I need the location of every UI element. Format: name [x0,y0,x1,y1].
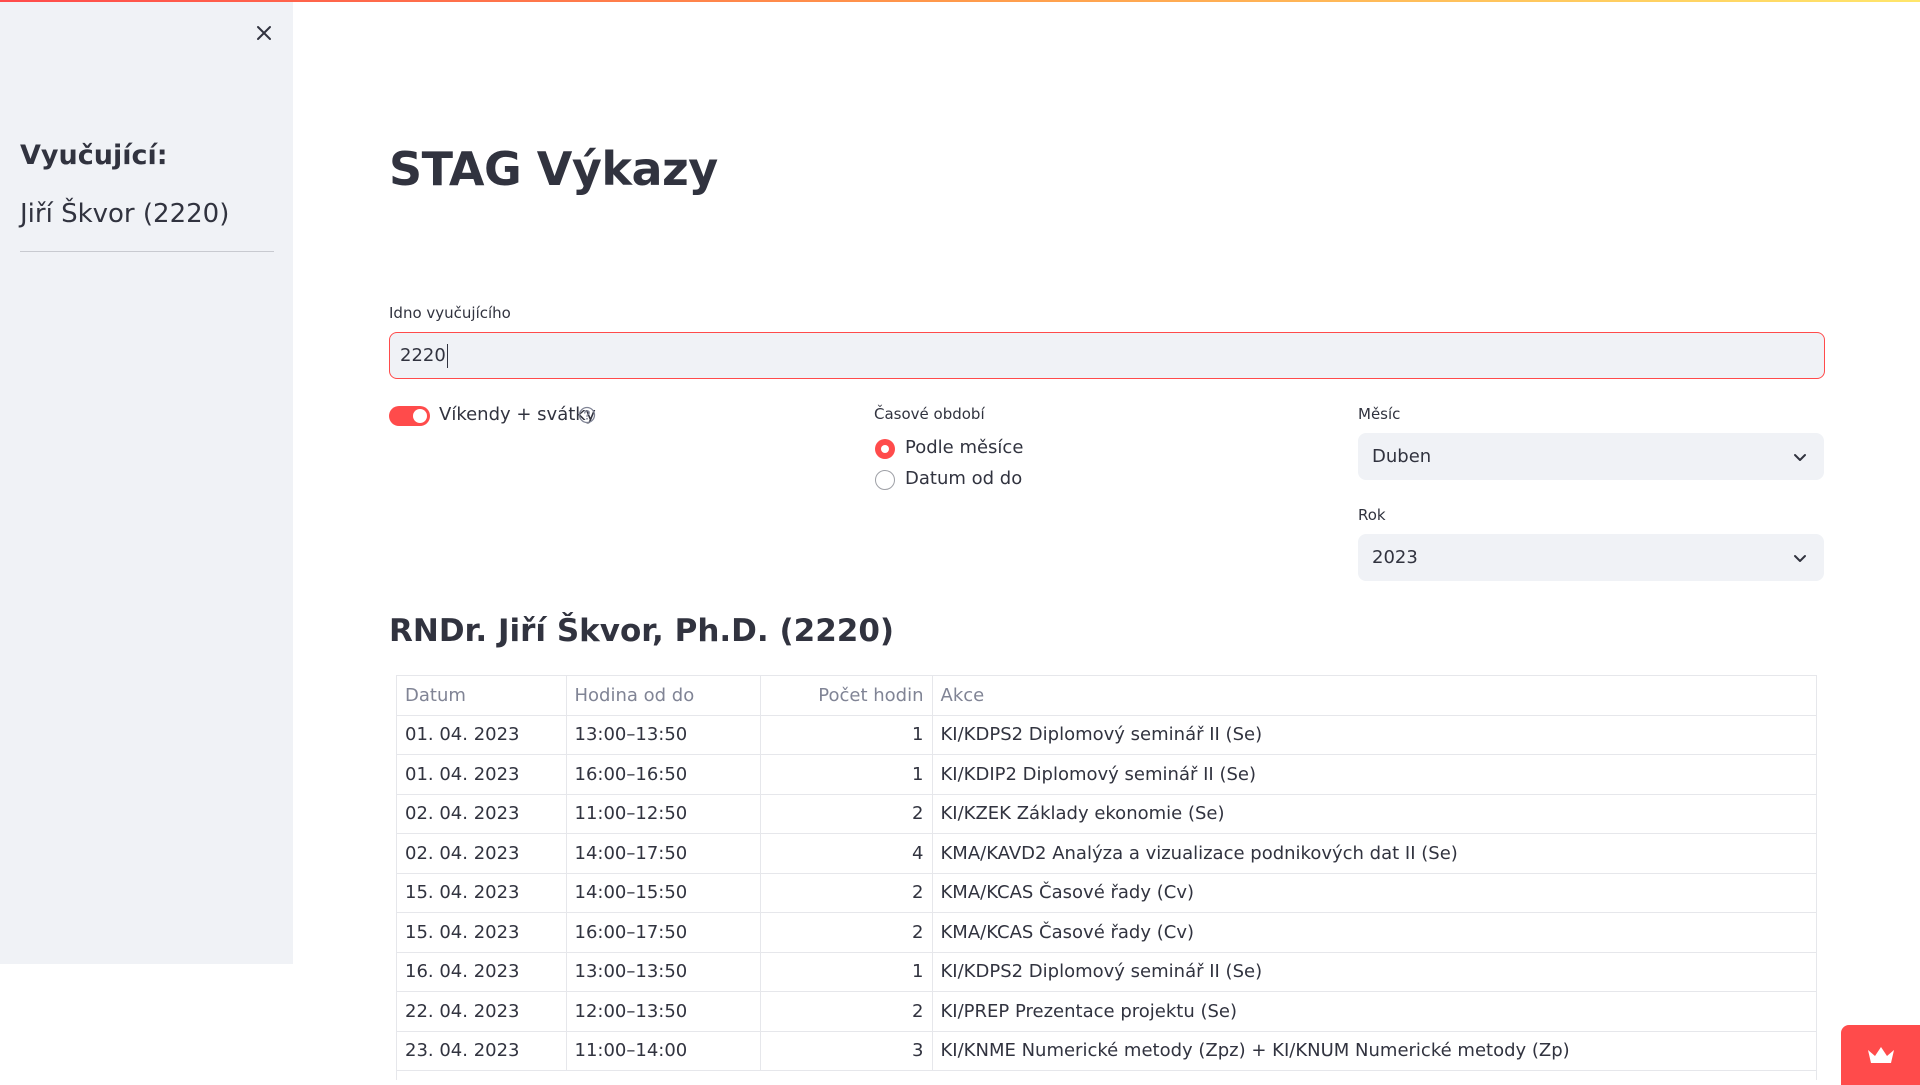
sidebar: Vyučující: Jiří Škvor (2220) [0,2,293,964]
close-sidebar-button[interactable] [251,20,277,46]
cell-date[interactable]: 02. 04. 2023 [397,794,567,834]
schedule-table[interactable]: Datum Hodina od do Počet hodin Akce 01. … [396,675,1817,1080]
chevron-down-icon [1794,555,1806,562]
table-row: 23. 04. 2023 11:00–14:00 3 KI/KNME Numer… [397,1031,1816,1071]
cell-hours[interactable]: 3 [760,1031,933,1071]
cell-action[interactable]: KMA/KCAS Časové řady (Cv) [932,912,1816,953]
cell-hours[interactable]: 2 [760,873,933,913]
cell-action[interactable]: KI/KDPS2 Diplomový seminář II (Se) [932,715,1816,755]
cell-hours[interactable]: 1 [760,952,933,992]
toggle-knob [413,409,427,423]
year-label: Rok [1358,506,1386,524]
cell-hours[interactable]: 2 [760,912,933,953]
cell-action[interactable]: KI/KDIP2 Diplomový seminář II (Se) [932,754,1816,795]
idno-input[interactable]: 2220 [389,332,1825,379]
cell-date[interactable]: 15. 04. 2023 [397,873,567,913]
table-row: 01. 04. 2023 16:00–16:50 1 KI/KDIP2 Dipl… [397,754,1816,795]
cell-time[interactable]: 13:00–13:50 [566,715,761,755]
cell-time[interactable]: 11:00–14:00 [566,1031,761,1071]
cell-date[interactable]: 01. 04. 2023 [397,715,567,755]
radio-date-range-label: Datum od do [905,468,1023,489]
sidebar-teacher-name: Jiří Škvor (2220) [20,199,230,229]
teacher-heading: RNDr. Jiří Škvor, Ph.D. (2220) [389,613,895,649]
month-select-value: Duben [1372,446,1432,467]
cell-time[interactable]: 14:00–15:50 [566,873,761,913]
table-header-row: Datum Hodina od do Počet hodin Akce [397,676,1816,716]
help-icon[interactable] [578,406,596,424]
chevron-down-icon [1794,454,1806,461]
radio-by-month-label: Podle měsíce [905,437,1024,458]
table-row: 15. 04. 2023 16:00–17:50 2 KMA/KCAS Časo… [397,912,1816,953]
year-select-value: 2023 [1372,547,1418,568]
cell-date[interactable]: 16. 04. 2023 [397,952,567,992]
cell-action[interactable]: KI/KNME Numerické metody (Zpz) + KI/KNUM… [932,1031,1816,1071]
cell-action[interactable]: KMA/KAVD2 Analýza a vizualizace podnikov… [932,833,1816,874]
table-row: 01. 04. 2023 13:00–13:50 1 KI/KDPS2 Dipl… [397,715,1816,755]
cell-time[interactable]: 16:00–16:50 [566,754,761,795]
text-caret [446,343,449,368]
cell-time[interactable]: 16:00–17:50 [566,912,761,953]
cell-action[interactable]: KI/PREP Prezentace projektu (Se) [932,991,1816,1032]
cell-date[interactable]: 01. 04. 2023 [397,754,567,795]
year-select[interactable]: 2023 [1358,534,1824,581]
month-label: Měsíc [1358,405,1401,423]
cell-date[interactable]: 02. 04. 2023 [397,833,567,874]
streamlit-badge-button[interactable] [1841,1025,1920,1085]
cell-time[interactable]: 11:00–12:50 [566,794,761,834]
cell-hours[interactable]: 1 [760,754,933,795]
cell-time[interactable]: 12:00–13:50 [566,991,761,1032]
radio-by-month[interactable] [875,439,895,459]
cell-action[interactable]: KI/KZEK Základy ekonomie (Se) [932,794,1816,834]
crown-icon [1867,1047,1894,1063]
cell-time[interactable]: 13:00–13:50 [566,952,761,992]
month-select[interactable]: Duben [1358,433,1824,480]
cell-action[interactable]: KI/KDPS2 Diplomový seminář II (Se) [932,952,1816,992]
weekends-toggle[interactable] [389,406,430,426]
cell-hours[interactable]: 1 [760,715,933,755]
column-header-date[interactable]: Datum [397,676,567,716]
idno-input-value: 2220 [400,345,446,366]
cell-hours[interactable]: 2 [760,991,933,1032]
column-header-action[interactable]: Akce [932,676,1816,716]
sidebar-divider [20,251,274,252]
cell-hours[interactable]: 2 [760,794,933,834]
sidebar-title: Vyučující: [20,140,168,171]
cell-hours[interactable]: 4 [760,833,933,874]
cell-date[interactable]: 15. 04. 2023 [397,912,567,953]
cell-date[interactable]: 22. 04. 2023 [397,991,567,1032]
table-row: 02. 04. 2023 11:00–12:50 2 KI/KZEK Zákla… [397,794,1816,834]
cell-date[interactable]: 23. 04. 2023 [397,1031,567,1071]
radio-date-range[interactable] [875,470,895,490]
idno-label: Idno vyučujícího [389,304,511,322]
close-icon [257,26,271,40]
table-row: 16. 04. 2023 13:00–13:50 1 KI/KDPS2 Dipl… [397,952,1816,992]
weekends-toggle-label: Víkendy + svátky [439,404,596,425]
column-header-hours[interactable]: Počet hodin [760,676,933,716]
table-row: 22. 04. 2023 12:00–13:50 2 KI/PREP Preze… [397,991,1816,1032]
table-row: 02. 04. 2023 14:00–17:50 4 KMA/KAVD2 Ana… [397,833,1816,874]
cell-time[interactable]: 14:00–17:50 [566,833,761,874]
period-label: Časové období [874,405,985,423]
cell-action[interactable]: KMA/KCAS Časové řady (Cv) [932,873,1816,913]
table-row: 15. 04. 2023 14:00–15:50 2 KMA/KCAS Časo… [397,873,1816,913]
column-header-time[interactable]: Hodina od do [566,676,761,716]
page-title: STAG Výkazy [389,142,718,196]
